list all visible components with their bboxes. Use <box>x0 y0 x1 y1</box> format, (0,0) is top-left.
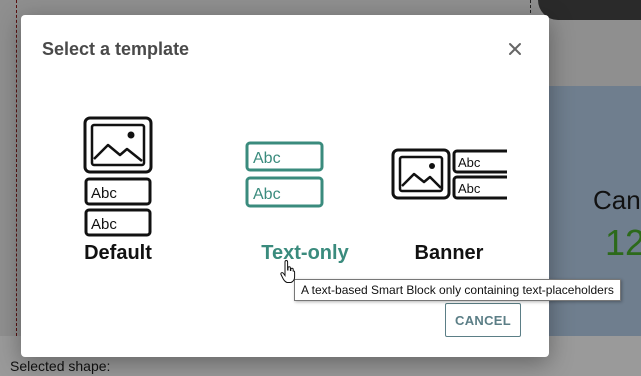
template-banner-label: Banner <box>414 242 484 264</box>
template-text-only[interactable]: Abc Abc Text-only <box>187 113 349 273</box>
template-text-only-label: Text-only <box>261 242 349 264</box>
text-only-template-icon: Abc Abc <box>245 141 324 208</box>
selected-shape-label: Selected shape: <box>10 358 111 374</box>
hand-cursor-icon <box>280 260 296 283</box>
placeholder-text: Abc <box>458 181 481 196</box>
device-image <box>538 0 641 20</box>
close-icon <box>509 43 521 55</box>
template-banner[interactable]: Abc Abc Banner <box>367 113 507 273</box>
template-default[interactable]: Abc Abc Default <box>48 113 188 273</box>
placeholder-text: Abc <box>458 155 481 170</box>
placeholder-text: Abc <box>91 185 117 202</box>
background-preview-value: 12 <box>605 222 641 263</box>
banner-template-icon: Abc Abc <box>391 148 507 200</box>
background-preview-label: Canc <box>593 185 641 215</box>
default-template-icon: Abc Abc <box>83 116 153 237</box>
canvas-guide-left <box>16 0 19 336</box>
template-tooltip: A text-based Smart Block only containing… <box>294 279 621 301</box>
template-default-label: Default <box>84 242 152 264</box>
placeholder-text: Abc <box>91 216 117 233</box>
placeholder-text: Abc <box>253 186 281 203</box>
dialog-title: Select a template <box>42 39 190 59</box>
select-template-dialog: Select a template Abc Abc Default Abc Ab… <box>21 15 549 357</box>
placeholder-text: Abc <box>253 150 281 167</box>
cancel-button[interactable]: CANCEL <box>445 303 521 337</box>
close-button[interactable] <box>504 38 526 60</box>
